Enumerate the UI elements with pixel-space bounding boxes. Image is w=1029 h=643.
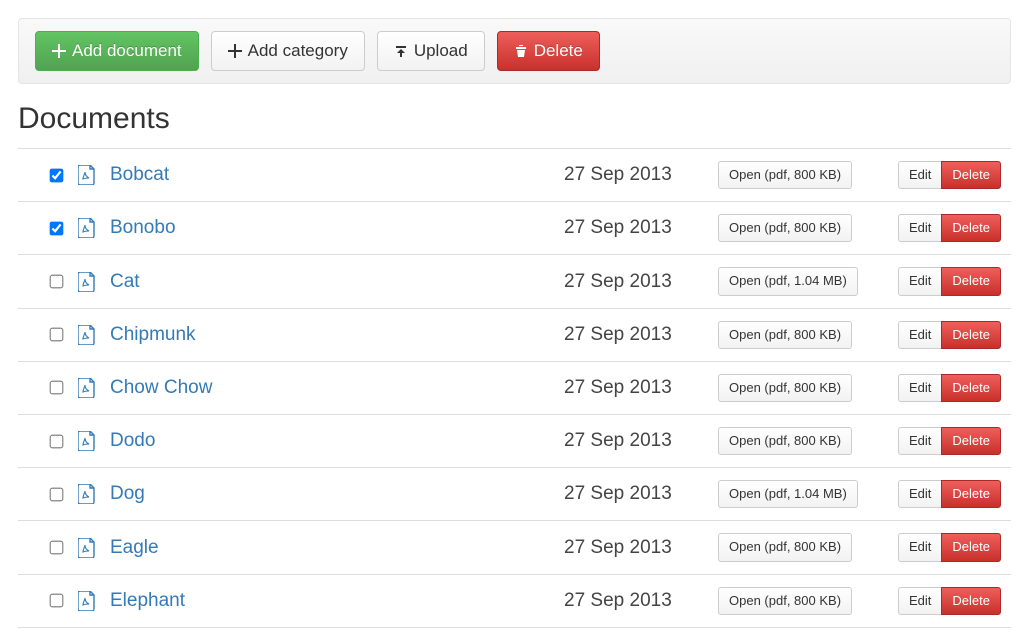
pdf-icon bbox=[78, 591, 96, 611]
row-delete-button[interactable]: Delete bbox=[941, 267, 1001, 295]
row-delete-button[interactable]: Delete bbox=[941, 214, 1001, 242]
plus-icon bbox=[228, 44, 242, 58]
add-document-button[interactable]: Add document bbox=[35, 31, 199, 71]
page-title: Documents bbox=[18, 102, 1011, 136]
row-checkbox[interactable] bbox=[50, 328, 64, 342]
pdf-icon bbox=[78, 538, 96, 558]
row-delete-button[interactable]: Delete bbox=[941, 587, 1001, 615]
pdf-icon bbox=[78, 218, 96, 238]
row-checkbox-wrap bbox=[46, 378, 64, 397]
row-checkbox-wrap bbox=[46, 272, 64, 291]
row-delete-button[interactable]: Delete bbox=[941, 533, 1001, 561]
row-delete-button[interactable]: Delete bbox=[941, 374, 1001, 402]
document-list: Bobcat 27 Sep 2013 Open (pdf, 800 KB) Ed… bbox=[18, 148, 1011, 628]
table-row: Bonobo 27 Sep 2013 Open (pdf, 800 KB) Ed… bbox=[18, 202, 1011, 255]
table-row: Elephant 27 Sep 2013 Open (pdf, 800 KB) … bbox=[18, 575, 1011, 628]
row-delete-button[interactable]: Delete bbox=[941, 321, 1001, 349]
table-row: Cat 27 Sep 2013 Open (pdf, 1.04 MB) Edit… bbox=[18, 255, 1011, 308]
row-checkbox-wrap bbox=[46, 219, 64, 238]
table-row: Bobcat 27 Sep 2013 Open (pdf, 800 KB) Ed… bbox=[18, 149, 1011, 202]
table-row: Dog 27 Sep 2013 Open (pdf, 1.04 MB) Edit… bbox=[18, 468, 1011, 521]
row-checkbox-wrap bbox=[46, 538, 64, 557]
row-checkbox-wrap bbox=[46, 485, 64, 504]
upload-button[interactable]: Upload bbox=[377, 31, 485, 71]
document-date: 27 Sep 2013 bbox=[564, 324, 704, 346]
open-button[interactable]: Open (pdf, 800 KB) bbox=[718, 533, 852, 561]
document-date: 27 Sep 2013 bbox=[564, 377, 704, 399]
document-name-link[interactable]: Cat bbox=[110, 271, 550, 293]
open-button[interactable]: Open (pdf, 800 KB) bbox=[718, 161, 852, 189]
open-button[interactable]: Open (pdf, 1.04 MB) bbox=[718, 480, 858, 508]
row-checkbox[interactable] bbox=[50, 275, 64, 289]
open-button[interactable]: Open (pdf, 800 KB) bbox=[718, 374, 852, 402]
document-name-link[interactable]: Dog bbox=[110, 483, 550, 505]
add-category-label: Add category bbox=[248, 40, 348, 62]
row-delete-button[interactable]: Delete bbox=[941, 427, 1001, 455]
row-checkbox-wrap bbox=[46, 432, 64, 451]
pdf-icon bbox=[78, 325, 96, 345]
row-checkbox-wrap bbox=[46, 591, 64, 610]
toolbar: Add document Add category Upload Delete bbox=[18, 18, 1011, 84]
row-checkbox[interactable] bbox=[50, 168, 64, 182]
row-checkbox-wrap bbox=[46, 166, 64, 185]
open-button[interactable]: Open (pdf, 1.04 MB) bbox=[718, 267, 858, 295]
edit-button[interactable]: Edit bbox=[898, 321, 942, 349]
document-date: 27 Sep 2013 bbox=[564, 537, 704, 559]
edit-button[interactable]: Edit bbox=[898, 480, 942, 508]
document-date: 27 Sep 2013 bbox=[564, 430, 704, 452]
add-category-button[interactable]: Add category bbox=[211, 31, 365, 71]
open-button[interactable]: Open (pdf, 800 KB) bbox=[718, 587, 852, 615]
edit-button[interactable]: Edit bbox=[898, 533, 942, 561]
upload-icon bbox=[394, 44, 408, 58]
pdf-icon bbox=[78, 378, 96, 398]
document-date: 27 Sep 2013 bbox=[564, 590, 704, 612]
document-name-link[interactable]: Bonobo bbox=[110, 217, 550, 239]
upload-label: Upload bbox=[414, 40, 468, 62]
trash-icon bbox=[514, 44, 528, 58]
document-name-link[interactable]: Elephant bbox=[110, 590, 550, 612]
table-row: Dodo 27 Sep 2013 Open (pdf, 800 KB) Edit… bbox=[18, 415, 1011, 468]
row-checkbox[interactable] bbox=[50, 434, 64, 448]
delete-label: Delete bbox=[534, 40, 583, 62]
table-row: Chipmunk 27 Sep 2013 Open (pdf, 800 KB) … bbox=[18, 309, 1011, 362]
open-button[interactable]: Open (pdf, 800 KB) bbox=[718, 214, 852, 242]
plus-icon bbox=[52, 44, 66, 58]
edit-button[interactable]: Edit bbox=[898, 267, 942, 295]
pdf-icon bbox=[78, 431, 96, 451]
row-delete-button[interactable]: Delete bbox=[941, 161, 1001, 189]
row-checkbox[interactable] bbox=[50, 381, 64, 395]
document-name-link[interactable]: Chipmunk bbox=[110, 324, 550, 346]
row-checkbox[interactable] bbox=[50, 222, 64, 236]
pdf-icon bbox=[78, 272, 96, 292]
edit-button[interactable]: Edit bbox=[898, 161, 942, 189]
edit-button[interactable]: Edit bbox=[898, 587, 942, 615]
row-checkbox[interactable] bbox=[50, 594, 64, 608]
table-row: Eagle 27 Sep 2013 Open (pdf, 800 KB) Edi… bbox=[18, 521, 1011, 574]
pdf-icon bbox=[78, 484, 96, 504]
edit-button[interactable]: Edit bbox=[898, 427, 942, 455]
document-date: 27 Sep 2013 bbox=[564, 483, 704, 505]
open-button[interactable]: Open (pdf, 800 KB) bbox=[718, 427, 852, 455]
edit-button[interactable]: Edit bbox=[898, 214, 942, 242]
document-name-link[interactable]: Eagle bbox=[110, 537, 550, 559]
document-name-link[interactable]: Chow Chow bbox=[110, 377, 550, 399]
document-date: 27 Sep 2013 bbox=[564, 271, 704, 293]
edit-button[interactable]: Edit bbox=[898, 374, 942, 402]
document-name-link[interactable]: Bobcat bbox=[110, 164, 550, 186]
row-checkbox-wrap bbox=[46, 325, 64, 344]
document-date: 27 Sep 2013 bbox=[564, 217, 704, 239]
document-date: 27 Sep 2013 bbox=[564, 164, 704, 186]
document-name-link[interactable]: Dodo bbox=[110, 430, 550, 452]
open-button[interactable]: Open (pdf, 800 KB) bbox=[718, 321, 852, 349]
pdf-icon bbox=[78, 165, 96, 185]
row-checkbox[interactable] bbox=[50, 487, 64, 501]
row-checkbox[interactable] bbox=[50, 541, 64, 555]
add-document-label: Add document bbox=[72, 40, 182, 62]
table-row: Chow Chow 27 Sep 2013 Open (pdf, 800 KB)… bbox=[18, 362, 1011, 415]
row-delete-button[interactable]: Delete bbox=[941, 480, 1001, 508]
delete-button[interactable]: Delete bbox=[497, 31, 600, 71]
